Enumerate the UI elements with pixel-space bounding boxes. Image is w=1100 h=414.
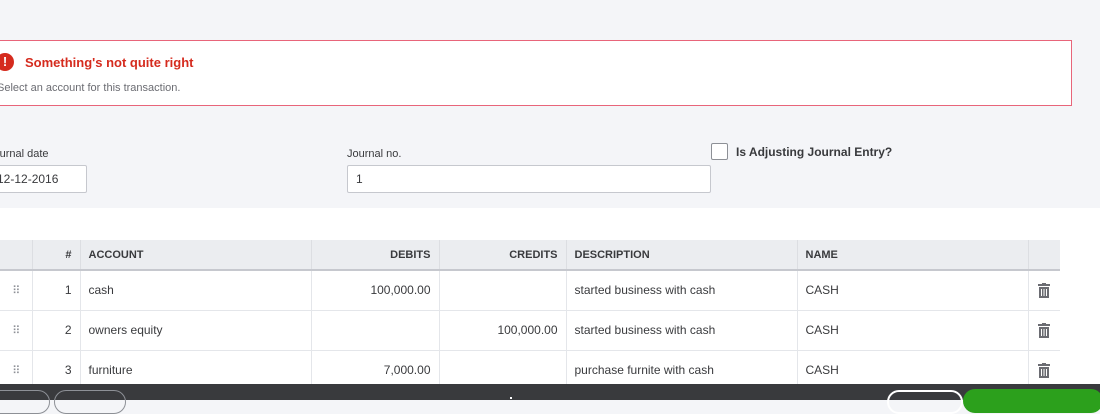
description-header: DESCRIPTION <box>566 240 798 271</box>
trash-icon[interactable] <box>1028 270 1060 311</box>
table-row[interactable]: ⠿ 1 cash 100,000.00 started business wit… <box>0 270 1060 311</box>
journal-no-label: Journal no. <box>347 148 402 160</box>
debits-cell[interactable] <box>311 310 440 351</box>
footer-secondary-button[interactable] <box>54 390 126 414</box>
name-header: NAME <box>797 240 1029 271</box>
credits-header: CREDITS <box>439 240 567 271</box>
line-number: 2 <box>32 310 81 351</box>
trash-icon[interactable] <box>1028 310 1060 351</box>
error-title: Something's not quite right <box>25 55 194 70</box>
drag-header <box>0 240 33 271</box>
error-message: Select an account for this transaction. <box>0 82 181 94</box>
journal-lines-area: # ACCOUNT DEBITS CREDITS DESCRIPTION NAM… <box>0 208 1100 391</box>
footer-bar <box>0 384 1100 414</box>
name-cell[interactable]: CASH <box>797 310 1029 351</box>
adjusting-entry-label: Is Adjusting Journal Entry? <box>736 145 893 159</box>
account-header: ACCOUNT <box>80 240 312 271</box>
journal-date-input[interactable]: 12-12-2016 <box>0 165 87 193</box>
num-header: # <box>32 240 81 271</box>
description-cell[interactable]: started business with cash <box>566 270 798 311</box>
error-banner: ! Something's not quite right Select an … <box>0 40 1072 106</box>
journal-no-input[interactable]: 1 <box>347 165 711 193</box>
footer-dot <box>510 397 512 399</box>
credits-cell[interactable] <box>439 270 567 311</box>
footer-save-button[interactable] <box>887 390 963 414</box>
adjusting-entry-checkbox[interactable] <box>711 143 728 160</box>
account-cell[interactable]: cash <box>80 270 312 311</box>
journal-lines-table: # ACCOUNT DEBITS CREDITS DESCRIPTION NAM… <box>0 240 1060 391</box>
journal-date-label: Journal date <box>0 148 49 160</box>
delete-header <box>1028 240 1060 271</box>
account-cell[interactable]: owners equity <box>80 310 312 351</box>
exclamation-icon: ! <box>0 53 14 71</box>
table-header-row: # ACCOUNT DEBITS CREDITS DESCRIPTION NAM… <box>0 240 1060 271</box>
description-cell[interactable]: started business with cash <box>566 310 798 351</box>
debits-cell[interactable]: 100,000.00 <box>311 270 440 311</box>
footer-save-and-new-button[interactable] <box>963 389 1100 413</box>
table-row[interactable]: ⠿ 2 owners equity 100,000.00 started bus… <box>0 310 1060 351</box>
footer-left-button[interactable] <box>0 390 50 414</box>
drag-handle-icon[interactable]: ⠿ <box>0 270 33 311</box>
name-cell[interactable]: CASH <box>797 270 1029 311</box>
credits-cell[interactable]: 100,000.00 <box>439 310 567 351</box>
line-number: 1 <box>32 270 81 311</box>
drag-handle-icon[interactable]: ⠿ <box>0 310 33 351</box>
debits-header: DEBITS <box>311 240 440 271</box>
